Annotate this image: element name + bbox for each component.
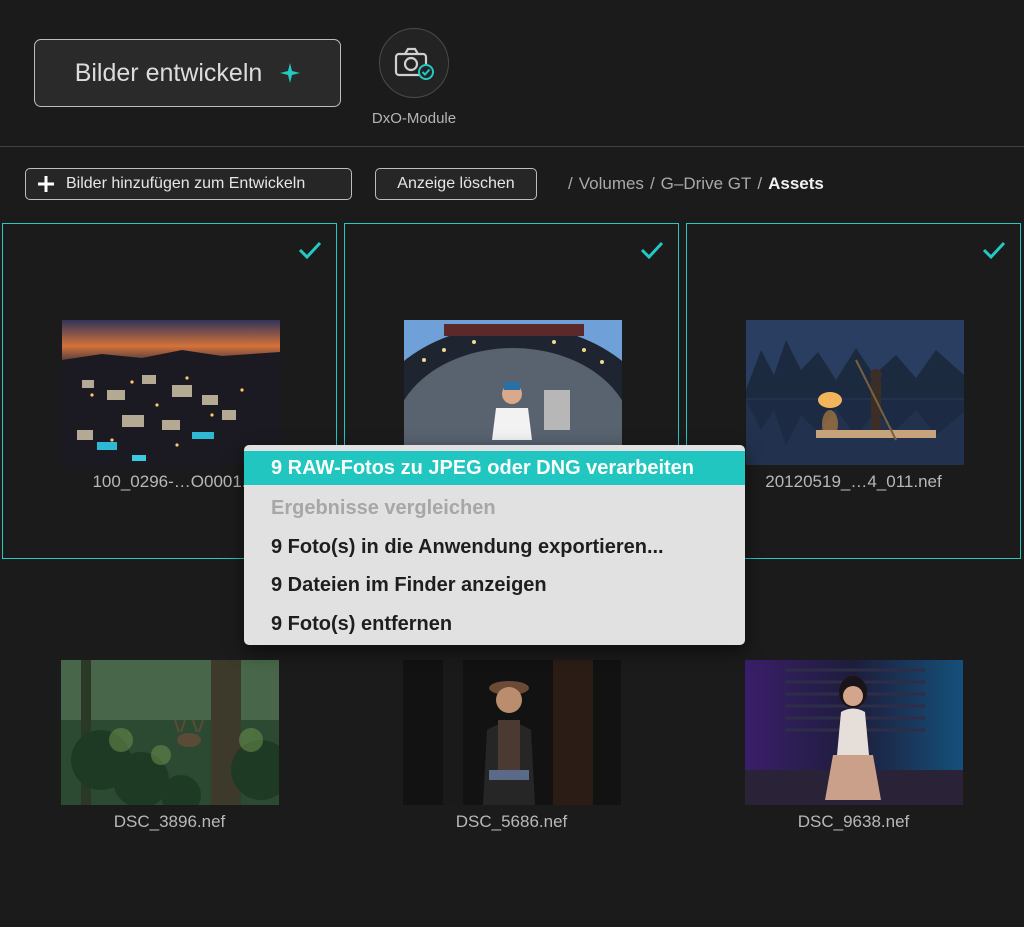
dxo-module-launcher: DxO-Module: [366, 28, 462, 134]
breadcrumb-item-current: Assets: [768, 174, 824, 193]
menu-item-show-in-finder[interactable]: 9 Dateien im Finder anzeigen: [244, 566, 745, 605]
breadcrumb-separator: /: [649, 174, 655, 193]
breadcrumb-item-drive[interactable]: G–Drive GT: [661, 174, 752, 194]
dxo-module-button[interactable]: [379, 28, 449, 98]
photo-thumbnail[interactable]: [62, 320, 280, 465]
photo-thumbnail[interactable]: [61, 660, 279, 805]
add-images-button[interactable]: Bilder hinzufügen zum Entwickeln: [25, 168, 352, 200]
photo-filename: DSC_3896.nef: [113, 812, 226, 831]
develop-images-button[interactable]: Bilder entwickeln: [34, 39, 341, 107]
header: Bilder entwickeln DxO-Module: [0, 0, 1024, 146]
breadcrumb-separator: /: [757, 174, 763, 193]
breadcrumb: / Volumes / G–Drive GT / Assets: [568, 174, 824, 194]
breadcrumb-item-volumes[interactable]: Volumes: [579, 174, 644, 194]
context-menu: 9 RAW-Fotos zu JPEG oder DNG verarbeiten…: [244, 445, 745, 645]
toolbar: Bilder hinzufügen zum Entwickeln Anzeige…: [0, 147, 1024, 221]
breadcrumb-separator: /: [568, 174, 573, 193]
menu-item-remove-photos[interactable]: 9 Foto(s) entfernen: [244, 605, 745, 644]
checkmark-icon: [982, 241, 1006, 260]
photo-filename: DSC_9638.nef: [797, 812, 910, 831]
dxo-module-label: DxO-Module: [371, 110, 457, 127]
photo-thumbnail[interactable]: [745, 660, 963, 805]
add-images-label: Bilder hinzufügen zum Entwickeln: [66, 175, 306, 192]
clear-view-label: Anzeige löschen: [397, 175, 515, 192]
checkmark-icon: [640, 241, 664, 260]
menu-item-process-raw[interactable]: 9 RAW-Fotos zu JPEG oder DNG verarbeiten: [244, 451, 745, 485]
checkmark-icon: [298, 241, 322, 260]
menu-item-export-to-app[interactable]: 9 Foto(s) in die Anwendung exportieren..…: [244, 528, 745, 567]
camera-check-icon: [394, 47, 434, 80]
plus-icon: [38, 176, 54, 192]
photo-filename: DSC_5686.nef: [455, 812, 568, 831]
sparkle-icon: [280, 63, 301, 83]
clear-view-button[interactable]: Anzeige löschen: [375, 168, 537, 200]
photo-thumbnail[interactable]: [404, 320, 622, 465]
menu-item-compare-results: Ergebnisse vergleichen: [271, 497, 496, 519]
photo-thumbnail[interactable]: [746, 320, 964, 465]
photo-thumbnail[interactable]: [403, 660, 621, 805]
develop-images-label: Bilder entwickeln: [74, 58, 263, 87]
